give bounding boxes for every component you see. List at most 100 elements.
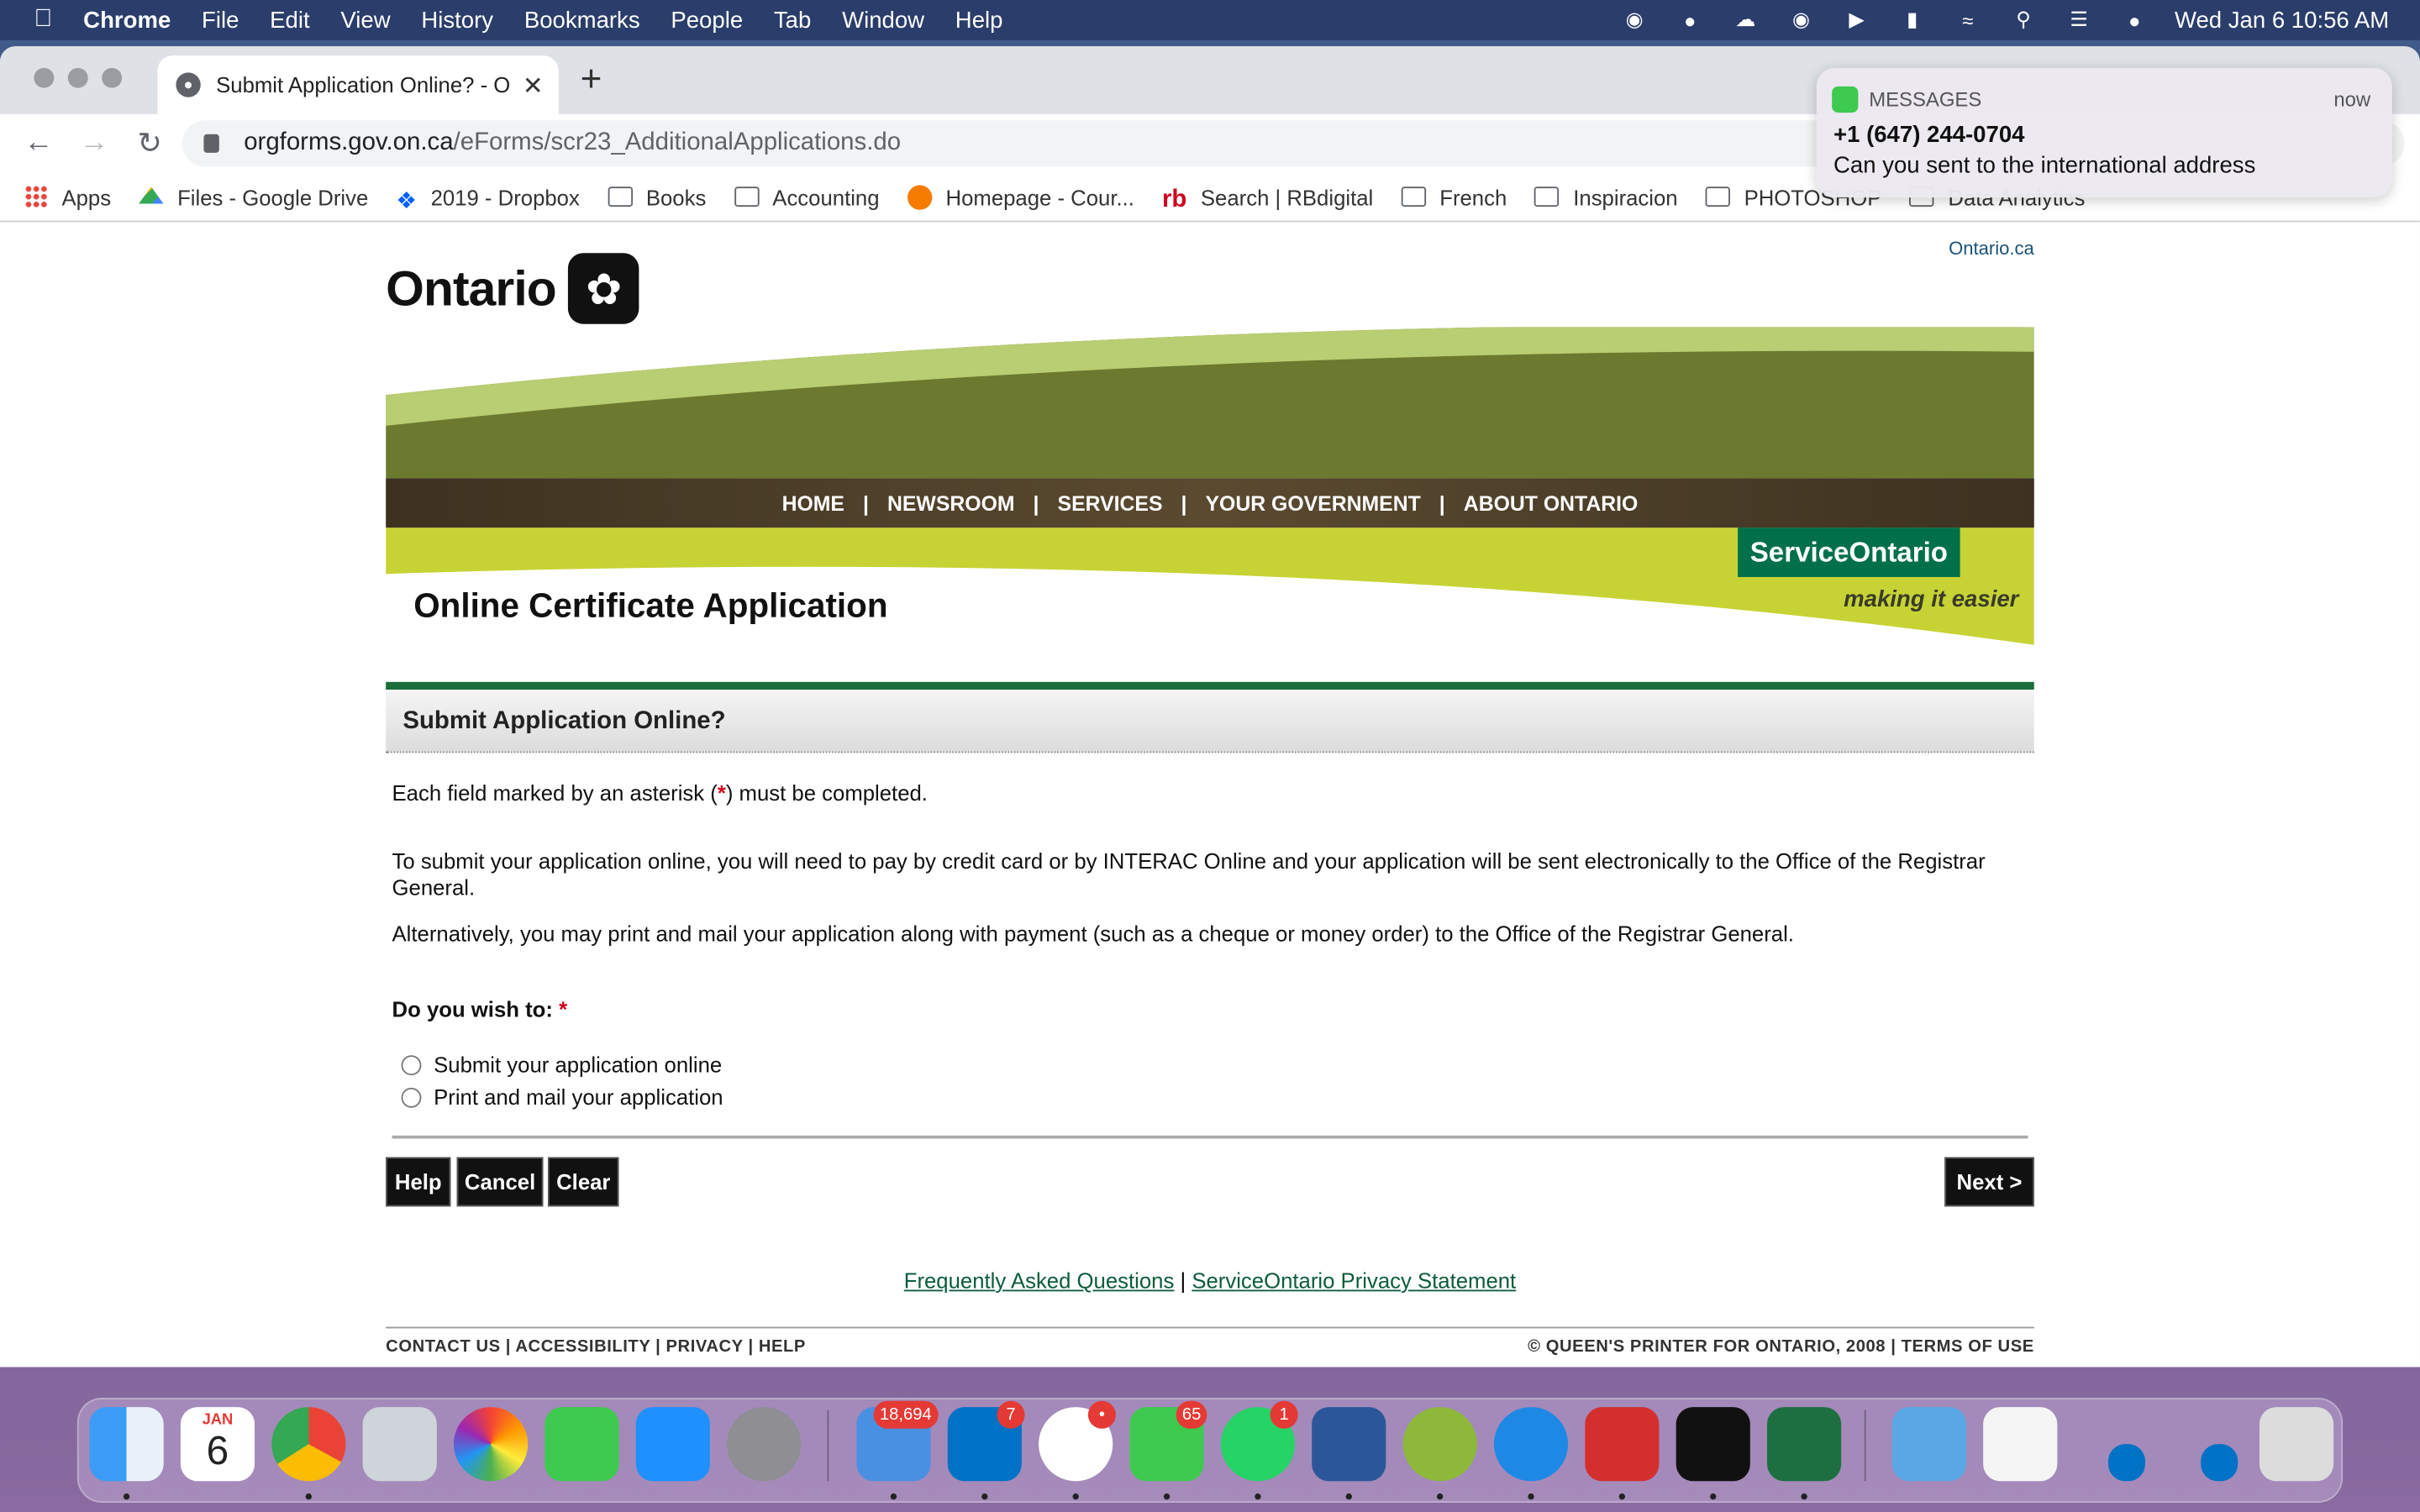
cancel-button[interactable]: Cancel xyxy=(456,1157,544,1207)
mail-badge: 18,694 xyxy=(873,1400,939,1429)
clear-button[interactable]: Clear xyxy=(548,1157,619,1207)
minimize-window-button[interactable] xyxy=(67,67,88,88)
ontario-ca-link[interactable]: Ontario.ca xyxy=(1949,238,2034,260)
menu-app-name[interactable]: Chrome xyxy=(83,7,171,33)
bookmark-rbdigital[interactable]: rb Search | RBdigital xyxy=(1162,184,1373,213)
photos-icon[interactable] xyxy=(453,1407,529,1482)
copyright: © QUEEN'S PRINTER FOR ONTARIO, 2008 | TE… xyxy=(1528,1337,2034,1357)
bookmark-accounting[interactable]: Accounting xyxy=(734,184,880,209)
lock-icon[interactable] xyxy=(203,134,219,153)
trash-icon[interactable] xyxy=(2259,1407,2334,1482)
battery-icon[interactable]: ▮ xyxy=(1897,8,1928,32)
nav-home[interactable]: HOME xyxy=(782,491,844,515)
option-submit-online[interactable]: Submit your application online xyxy=(401,1053,722,1079)
nav-about-ontario[interactable]: ABOUT ONTARIO xyxy=(1464,491,1639,515)
slack-badge: • xyxy=(1087,1400,1116,1429)
bookmark-label: 2019 - Dropbox xyxy=(430,184,580,209)
option-label: Print and mail your application xyxy=(434,1084,723,1110)
bookmark-inspiracion[interactable]: Inspiracion xyxy=(1534,184,1678,209)
facetime-icon[interactable] xyxy=(544,1407,619,1482)
footer-nav[interactable]: CONTACT US | ACCESSIBILITY | PRIVACY | H… xyxy=(386,1337,806,1356)
launchpad-icon[interactable] xyxy=(362,1407,437,1482)
apple-icon[interactable]:  xyxy=(34,6,52,34)
new-tab-icon[interactable]: + xyxy=(581,59,602,102)
help-button[interactable]: Help xyxy=(386,1157,451,1207)
nav-separator: | xyxy=(1033,491,1039,515)
messages-icon xyxy=(1832,86,1859,113)
close-window-button[interactable] xyxy=(34,67,55,88)
cloud-icon[interactable]: ☁ xyxy=(1730,8,1761,32)
nav-your-government[interactable]: YOUR GOVERNMENT xyxy=(1206,491,1421,515)
chrome-icon[interactable] xyxy=(271,1407,346,1482)
bookmark-dropbox[interactable]: ❖ 2019 - Dropbox xyxy=(396,184,580,214)
calendar-month: JAN xyxy=(202,1411,234,1429)
tagline: making it easier xyxy=(1844,585,2019,613)
menu-file[interactable]: File xyxy=(202,7,239,33)
nav-newsroom[interactable]: NEWSROOM xyxy=(887,491,1015,515)
close-icon[interactable]: ✕ xyxy=(523,71,544,102)
folder-icon xyxy=(607,186,633,207)
wifi-icon[interactable]: ≈ xyxy=(1952,8,1983,32)
globe-status-icon[interactable]: ● xyxy=(1675,8,1706,32)
outlook-minimized-icon[interactable] xyxy=(2201,1444,2238,1482)
bookmark-google-drive[interactable]: Files - Google Drive xyxy=(139,184,368,209)
terminal-icon[interactable] xyxy=(1676,1407,1750,1482)
safari-icon[interactable] xyxy=(1493,1407,1569,1482)
privacy-statement-link[interactable]: ServiceOntario Privacy Statement xyxy=(1192,1268,1516,1293)
messages-notification[interactable]: MESSAGES now +1 (647) 244-0704 Can you s… xyxy=(1816,67,2392,198)
faq-link[interactable]: Frequently Asked Questions xyxy=(904,1268,1175,1293)
acrobat-icon[interactable] xyxy=(1585,1407,1660,1482)
running-indicator xyxy=(981,1493,988,1500)
radio-print-mail[interactable] xyxy=(401,1087,422,1108)
finder-icon[interactable] xyxy=(89,1407,164,1482)
excel-icon[interactable] xyxy=(1767,1407,1842,1482)
menu-tab[interactable]: Tab xyxy=(774,7,811,33)
nav-services[interactable]: SERVICES xyxy=(1058,491,1163,515)
wattpad-icon[interactable] xyxy=(1402,1407,1477,1482)
running-indicator xyxy=(1436,1493,1444,1500)
mask-icon[interactable]: ◉ xyxy=(1786,8,1817,32)
bookmark-french[interactable]: French xyxy=(1401,184,1507,209)
menu-window[interactable]: Window xyxy=(842,7,924,33)
menu-people[interactable]: People xyxy=(671,7,743,33)
dock-separator xyxy=(827,1410,829,1482)
forward-arrow-icon[interactable]: → xyxy=(77,127,111,160)
folder-icon xyxy=(1534,186,1560,207)
bookmark-apps[interactable]: Apps xyxy=(24,184,111,209)
outlook-minimized-icon[interactable] xyxy=(2107,1444,2146,1482)
globe-icon: ● xyxy=(176,72,201,97)
menu-history[interactable]: History xyxy=(421,7,493,33)
system-preferences-icon[interactable] xyxy=(727,1407,802,1482)
document-stack-icon[interactable] xyxy=(1983,1407,2058,1482)
siri-icon[interactable]: ● xyxy=(2119,8,2150,32)
bookmark-homepage-courses[interactable]: Homepage - Cour... xyxy=(907,184,1134,209)
menu-view[interactable]: View xyxy=(340,7,390,33)
option-print-mail[interactable]: Print and mail your application xyxy=(401,1084,723,1110)
ontario-logo[interactable]: Ontario ✿ xyxy=(386,253,639,324)
menu-edit[interactable]: Edit xyxy=(270,7,309,33)
word-icon[interactable] xyxy=(1312,1407,1386,1482)
downloads-folder-icon[interactable] xyxy=(1891,1407,1966,1482)
menubar-clock[interactable]: Wed Jan 6 10:56 AM xyxy=(2175,7,2389,33)
calendar-icon[interactable]: JAN 6 xyxy=(180,1407,255,1482)
elephant-icon[interactable]: ◉ xyxy=(1619,8,1650,32)
bookmark-label: French xyxy=(1439,184,1507,209)
next-button[interactable]: Next > xyxy=(1944,1157,2034,1207)
tab-active[interactable]: ● Submit Application Online? - O ✕ xyxy=(157,55,559,114)
radio-submit-online[interactable] xyxy=(401,1055,422,1076)
app-store-icon[interactable] xyxy=(635,1407,710,1482)
back-arrow-icon[interactable]: ← xyxy=(22,127,55,160)
notification-time: now xyxy=(2333,87,2371,112)
notification-app-name: MESSAGES xyxy=(1869,87,1982,112)
calendar-day: 6 xyxy=(206,1426,229,1474)
reload-icon[interactable]: ↻ xyxy=(133,126,166,161)
zoom-window-button[interactable] xyxy=(102,67,123,88)
page-title: Online Certificate Application xyxy=(413,585,888,625)
bookmark-books[interactable]: Books xyxy=(607,184,706,209)
play-icon[interactable]: ▶ xyxy=(1841,8,1872,32)
spotlight-search-icon[interactable]: ⚲ xyxy=(2008,8,2039,32)
control-center-icon[interactable]: ☰ xyxy=(2064,8,2095,32)
menu-help[interactable]: Help xyxy=(955,7,1003,33)
menu-bookmarks[interactable]: Bookmarks xyxy=(524,7,640,33)
bookmark-label: Homepage - Cour... xyxy=(945,184,1134,209)
